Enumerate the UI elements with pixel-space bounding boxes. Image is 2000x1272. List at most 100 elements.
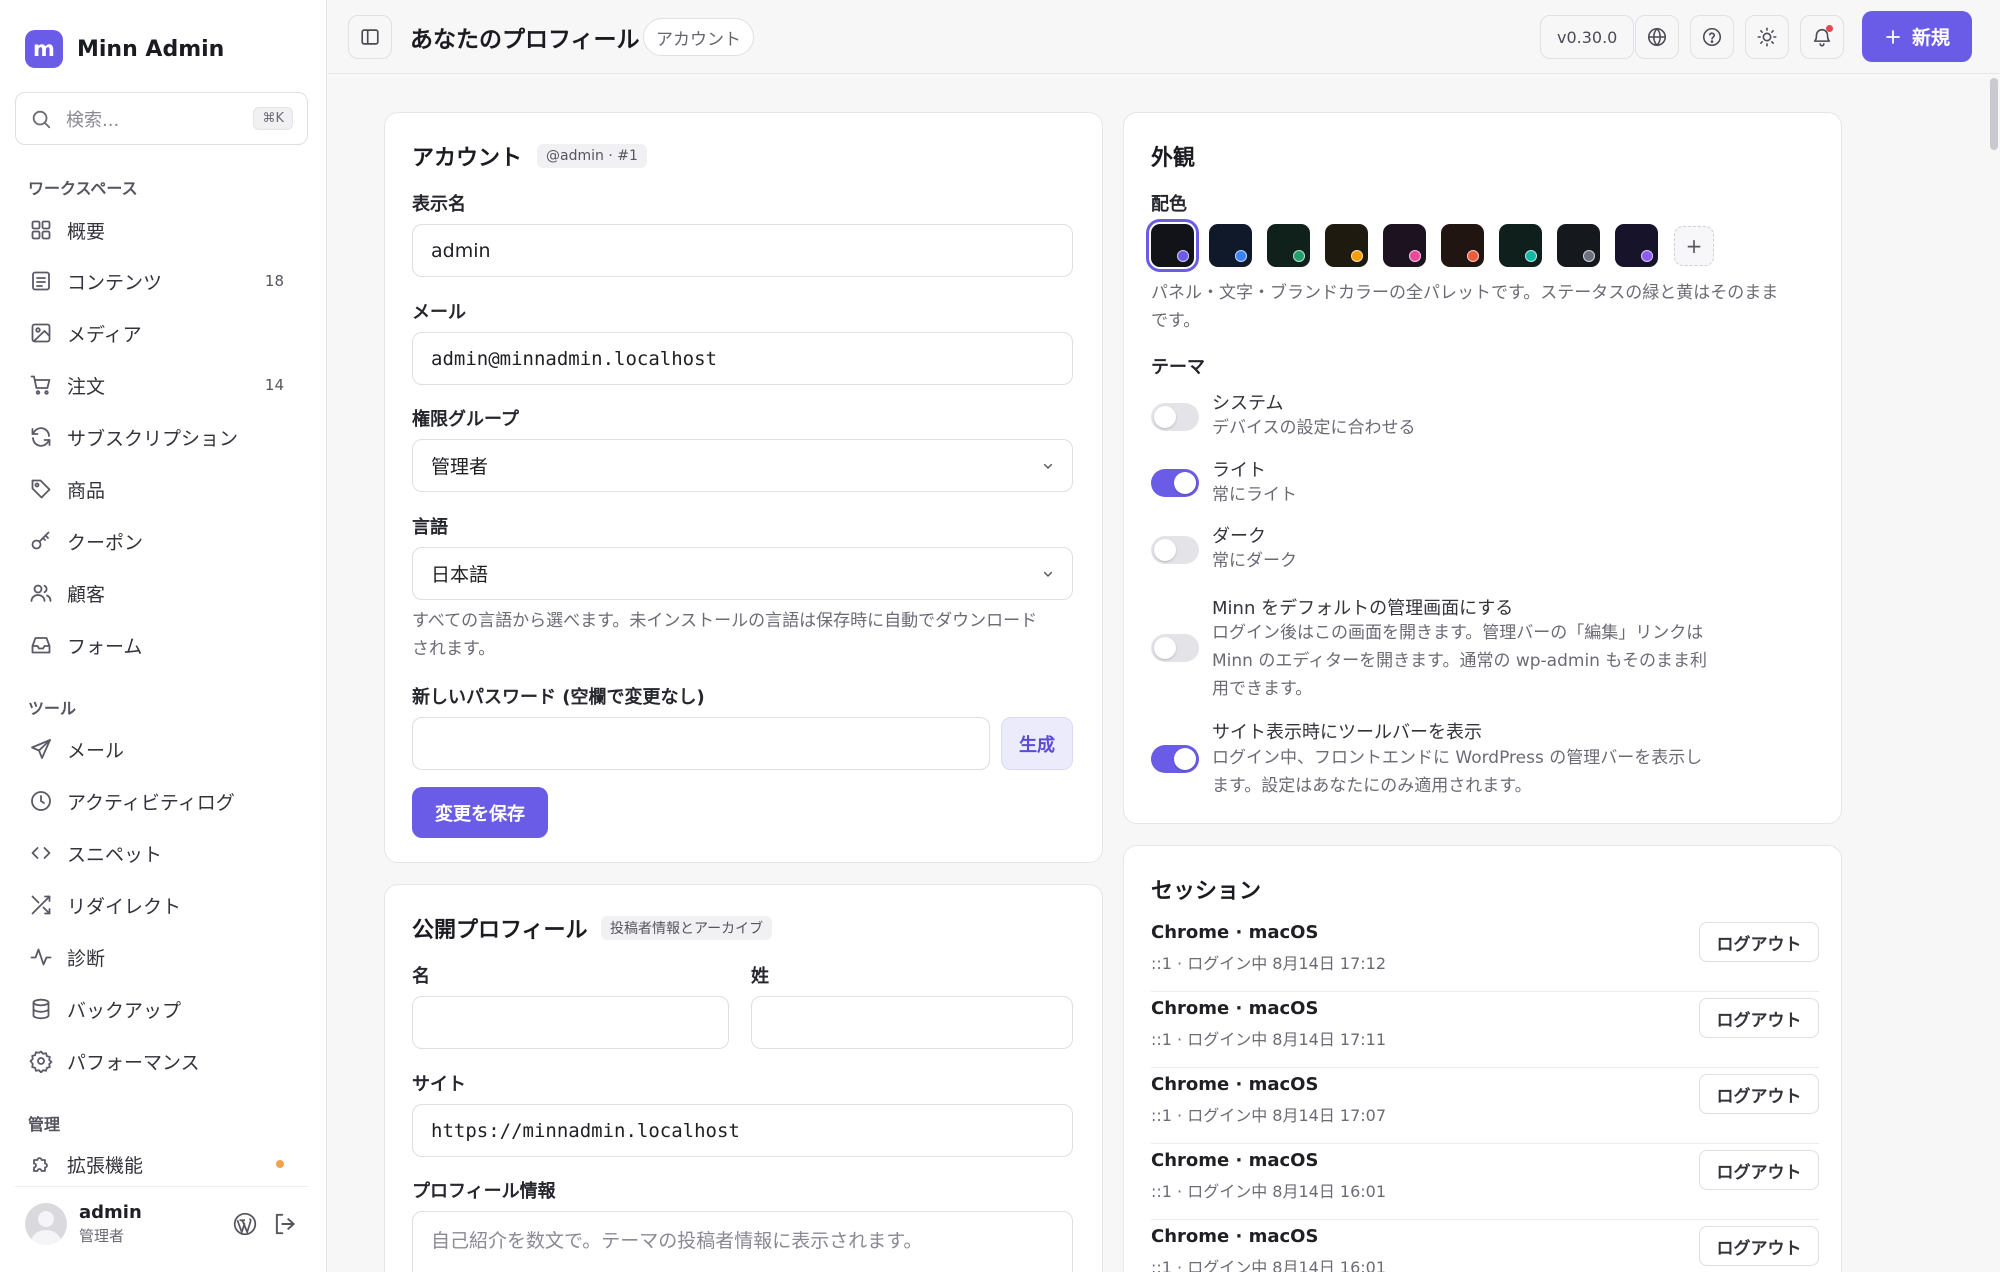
session-logout-button[interactable]: ログアウト — [1699, 1226, 1819, 1266]
option-description-line: 常にダーク — [1212, 551, 1297, 571]
palette-accent-dot — [1235, 250, 1247, 262]
sidebar-item-redirects[interactable]: リダイレクト — [15, 883, 308, 927]
palette-accent-dot — [1177, 250, 1189, 262]
session-row: Chrome · macOS ::1 · ログイン中 8月14日 16:01 ロ… — [1151, 1220, 1819, 1272]
theme-button[interactable] — [1745, 15, 1789, 59]
first-name-field[interactable] — [412, 996, 729, 1049]
palette-swatch[interactable] — [1499, 224, 1542, 267]
theme-system-toggle[interactable] — [1151, 403, 1199, 431]
save-button[interactable]: 変更を保存 — [412, 787, 548, 838]
role-label: 権限グループ — [412, 409, 519, 430]
users-icon — [30, 584, 52, 602]
palette-swatch[interactable] — [1615, 224, 1658, 267]
palette-swatch[interactable] — [1441, 224, 1484, 267]
sidebar-item-orders[interactable]: 注文 14 — [15, 363, 308, 407]
palette-swatch[interactable] — [1209, 224, 1252, 267]
option-title: ライト — [1212, 460, 1266, 481]
document-icon — [32, 271, 50, 291]
option-title: ダーク — [1212, 526, 1266, 547]
sidebar-item-subscriptions[interactable]: サブスクリプション — [15, 415, 308, 459]
language-select[interactable]: 日本語 — [412, 547, 1073, 600]
sidebar-item-backup[interactable]: バックアップ — [15, 987, 308, 1031]
notification-dot — [1826, 25, 1833, 32]
wordpress-icon[interactable] — [232, 1211, 258, 1237]
public-profile-card: 公開プロフィール 投稿者情報とアーカイブ 名 姓 サイト https://min… — [384, 884, 1103, 1272]
first-name-label: 名 — [412, 966, 430, 987]
role-value: 管理者 — [431, 456, 489, 478]
last-name-field[interactable] — [751, 996, 1073, 1049]
code-icon — [31, 847, 51, 859]
sidebar-item-performance[interactable]: パフォーマンス — [15, 1039, 308, 1083]
palette-swatch[interactable] — [1383, 224, 1426, 267]
palette-help-line: です。 — [1151, 311, 1201, 331]
last-name-label: 姓 — [751, 966, 769, 987]
page-title: あなたのプロフィール — [410, 27, 640, 53]
sidebar-toggle-button[interactable] — [348, 15, 392, 59]
sidebar-item-customers[interactable]: 顧客 — [15, 571, 308, 615]
sidebar-item-products[interactable]: 商品 — [15, 467, 308, 511]
sidebar-item-label: 診断 — [67, 947, 106, 970]
sidebar-item-contents[interactable]: コンテンツ 18 — [15, 259, 308, 303]
session-logout-button[interactable]: ログアウト — [1699, 922, 1819, 962]
help-button[interactable] — [1690, 15, 1734, 59]
option-description-line: ログイン中、フロントエンドに WordPress の管理バーを表示し — [1212, 748, 1703, 768]
theme-dark-toggle[interactable] — [1151, 536, 1199, 564]
session-logout-button[interactable]: ログアウト — [1699, 1074, 1819, 1114]
session-row: Chrome · macOS ::1 · ログイン中 8月14日 17:11 ロ… — [1151, 992, 1819, 1068]
role-select[interactable]: 管理者 — [412, 439, 1073, 492]
sidebar-item-label: 拡張機能 — [67, 1154, 144, 1177]
sidebar-item-snippets[interactable]: スニペット — [15, 831, 308, 875]
new-button[interactable]: 新規 — [1862, 11, 1972, 62]
palette-swatch[interactable] — [1557, 224, 1600, 267]
help-icon — [1702, 27, 1722, 47]
session-logout-button[interactable]: ログアウト — [1699, 998, 1819, 1038]
account-tag: @admin · #1 — [537, 144, 647, 168]
avatar[interactable] — [25, 1202, 67, 1245]
version-badge[interactable]: v0.30.0 — [1540, 15, 1635, 59]
sidebar-item-activity-log[interactable]: アクティビティログ — [15, 779, 308, 823]
image-icon — [31, 323, 51, 343]
show-toolbar-toggle[interactable] — [1151, 745, 1199, 773]
palette-swatch[interactable] — [1325, 224, 1368, 267]
palette-swatch[interactable] — [1146, 219, 1199, 272]
sidebar-item-label: コンテンツ — [67, 271, 163, 294]
session-logout-button[interactable]: ログアウト — [1699, 1150, 1819, 1190]
page-scrollbar[interactable] — [1990, 78, 1998, 150]
add-palette-button[interactable]: + — [1674, 226, 1714, 266]
grid-icon — [31, 220, 51, 240]
sidebar-item-media[interactable]: メディア — [15, 311, 308, 355]
session-meta: ::1 · ログイン中 8月14日 16:01 — [1151, 1182, 1387, 1201]
generate-password-button[interactable]: 生成 — [1001, 717, 1073, 770]
palette-accent-dot — [1409, 250, 1421, 262]
session-row: Chrome · macOS ::1 · ログイン中 8月14日 17:07 ロ… — [1151, 1068, 1819, 1144]
palette-swatch[interactable] — [1267, 224, 1310, 267]
display-name-field[interactable]: admin — [412, 224, 1073, 277]
search-input[interactable]: 検索... ⌘K — [15, 92, 308, 145]
chevron-down-icon — [1043, 463, 1053, 469]
search-icon — [32, 110, 51, 128]
site-field[interactable]: https://minnadmin.localhost — [412, 1104, 1073, 1157]
bio-textarea[interactable]: 自己紹介を数文で。テーマの投稿者情報に表示されます。 — [412, 1211, 1073, 1272]
sidebar-item-label: 顧客 — [67, 583, 106, 606]
email-field[interactable]: admin@minnadmin.localhost — [412, 332, 1073, 385]
option-description: 常にダーク — [1212, 547, 1732, 575]
password-field[interactable] — [412, 717, 990, 770]
card-title: 外観 — [1151, 146, 1196, 171]
sidebar-item-forms[interactable]: フォーム — [15, 623, 308, 667]
default-admin-toggle[interactable] — [1151, 634, 1199, 662]
sidebar-item-coupons[interactable]: クーポン — [15, 519, 308, 563]
site-value: https://minnadmin.localhost — [431, 1119, 740, 1142]
language-button[interactable] — [1635, 15, 1679, 59]
palette-accent-dot — [1525, 250, 1537, 262]
logout-icon[interactable] — [272, 1211, 298, 1237]
sidebar-item-diagnostics[interactable]: 診断 — [15, 935, 308, 979]
notifications-button[interactable] — [1800, 15, 1844, 59]
sidebar-item-mail[interactable]: メール — [15, 727, 308, 771]
sidebar-item-extensions[interactable]: 拡張機能 — [15, 1142, 308, 1186]
sidebar-item-label: リダイレクト — [67, 895, 182, 918]
sidebar-item-overview[interactable]: 概要 — [15, 208, 308, 252]
activity-icon — [30, 948, 52, 966]
breadcrumb-chip: アカウント — [643, 18, 754, 56]
brand[interactable]: m Minn Admin — [25, 30, 224, 68]
theme-light-toggle[interactable] — [1151, 469, 1199, 497]
